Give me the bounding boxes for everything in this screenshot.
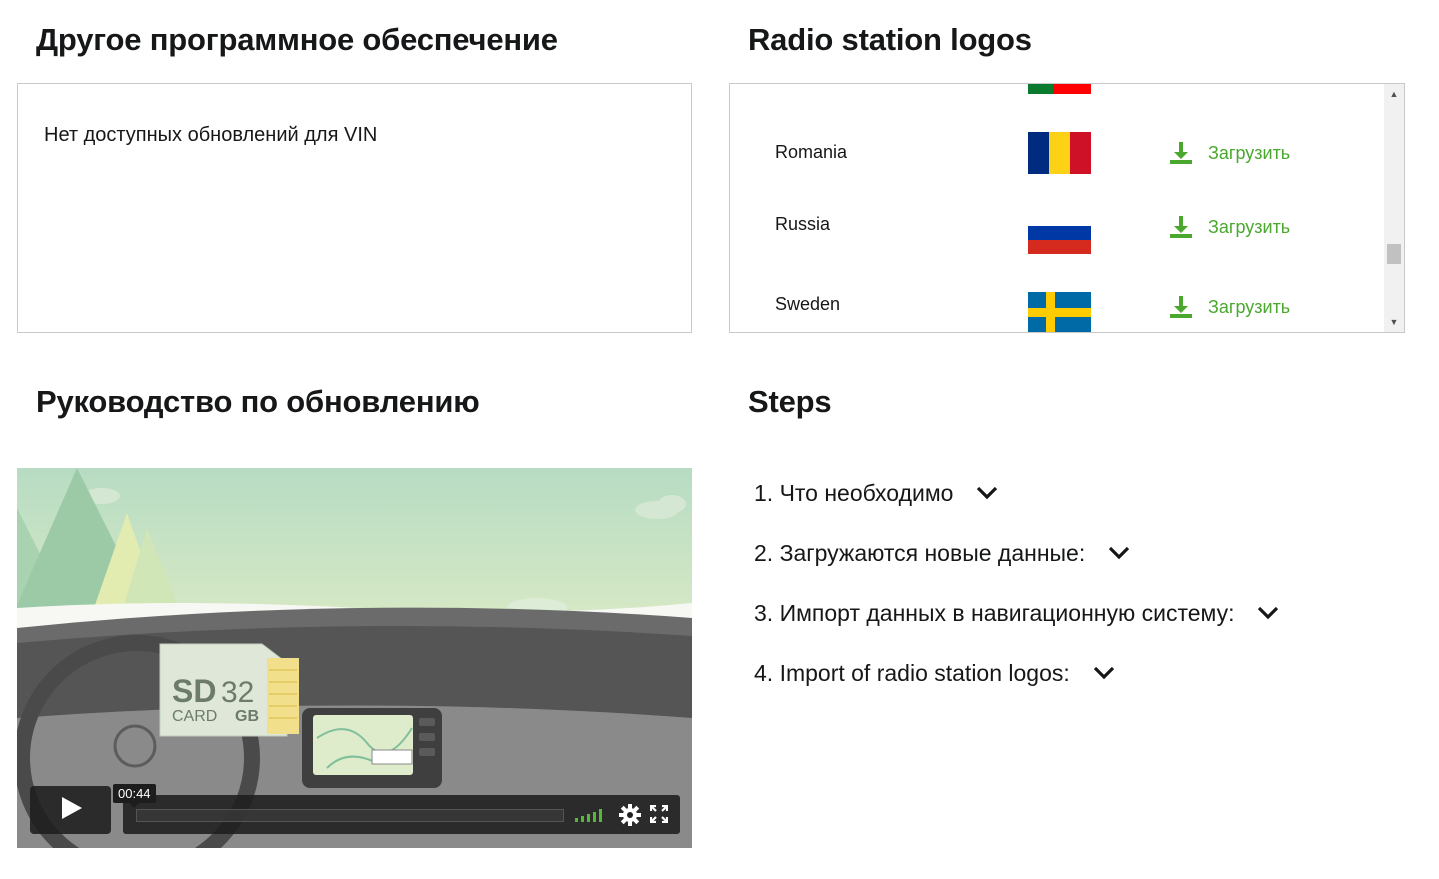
scroll-thumb[interactable] <box>1387 244 1401 264</box>
country-name: Sweden <box>775 294 841 314</box>
scroll-up-arrow-icon[interactable]: ▲ <box>1384 84 1404 104</box>
no-updates-message: Нет доступных обновлений для VIN <box>44 124 378 146</box>
radio-row-sweden: Sweden Загрузить <box>730 288 1380 332</box>
step-label: 1. Что необходимо <box>754 479 954 506</box>
country-name: Russia <box>775 214 831 234</box>
download-label: Загрузить <box>1208 216 1291 237</box>
radio-row-russia: Russia Загрузить <box>730 208 1380 258</box>
radio-logos-list[interactable]: Romania Загрузить Russia Загрузить Swede… <box>729 83 1405 333</box>
download-icon <box>1168 140 1194 166</box>
step-3-toggle[interactable]: 3. Импорт данных в навигационную систему… <box>754 583 1280 643</box>
volume-icon[interactable] <box>575 808 607 827</box>
play-icon <box>58 795 84 826</box>
step-4-toggle[interactable]: 4. Import of radio station logos: <box>754 643 1280 703</box>
video-control-bar <box>123 795 680 834</box>
play-button[interactable] <box>30 786 111 834</box>
steps-title: Steps <box>748 384 832 419</box>
sweden-flag-icon <box>1028 292 1091 332</box>
radio-row-romania: Romania Загрузить <box>730 128 1380 178</box>
download-label: Загрузить <box>1208 296 1291 317</box>
download-button[interactable]: Загрузить <box>1168 214 1290 240</box>
radio-row-portugal <box>730 84 1380 98</box>
other-software-title: Другое программное обеспечение <box>36 22 558 57</box>
step-1-toggle[interactable]: 1. Что необходимо <box>754 463 1280 523</box>
fullscreen-icon[interactable] <box>649 804 669 828</box>
scroll-down-arrow-icon[interactable]: ▼ <box>1384 312 1404 332</box>
progress-track[interactable] <box>136 809 564 822</box>
download-icon <box>1168 294 1194 320</box>
update-guide-video[interactable]: SD 32 CARD GB 00:44 <box>17 468 692 848</box>
steps-accordion: 1. Что необходимо 2. Загружаются новые д… <box>754 463 1280 703</box>
other-software-panel: Нет доступных обновлений для VIN <box>17 83 692 333</box>
time-tooltip: 00:44 <box>113 784 156 808</box>
scrollbar[interactable]: ▲ ▼ <box>1384 84 1404 332</box>
chevron-down-icon <box>1256 605 1280 621</box>
download-button[interactable]: Загрузить <box>1168 294 1290 320</box>
chevron-down-icon <box>1107 545 1131 561</box>
update-guide-title: Руководство по обновлению <box>36 384 480 419</box>
romania-flag-icon <box>1028 132 1091 174</box>
chevron-down-icon <box>975 485 999 501</box>
radio-logos-title: Radio station logos <box>748 22 1032 57</box>
settings-gear-icon[interactable] <box>619 804 641 831</box>
portugal-flag-icon <box>1028 84 1091 94</box>
step-label: 3. Импорт данных в навигационную систему… <box>754 599 1235 626</box>
download-button[interactable]: Загрузить <box>1168 140 1290 166</box>
step-label: 2. Загружаются новые данные: <box>754 539 1086 566</box>
download-icon <box>1168 214 1194 240</box>
chevron-down-icon <box>1092 665 1116 681</box>
video-controls: 00:44 <box>17 468 692 848</box>
download-label: Загрузить <box>1208 142 1291 163</box>
step-label: 4. Import of radio station logos: <box>754 659 1070 686</box>
russia-flag-icon <box>1028 212 1091 254</box>
country-name: Romania <box>775 142 848 162</box>
step-2-toggle[interactable]: 2. Загружаются новые данные: <box>754 523 1280 583</box>
